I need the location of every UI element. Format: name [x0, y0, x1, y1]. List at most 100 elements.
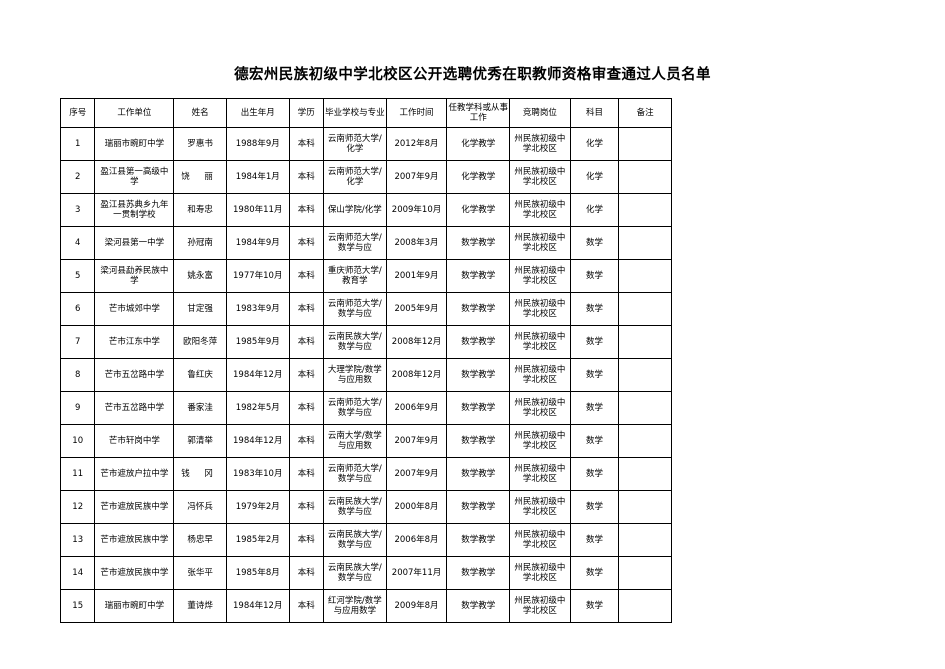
- cell-subject: 数学教学: [446, 358, 511, 392]
- cell-school: 大理学院/数学与应用数: [322, 358, 387, 392]
- cell-name: 郭清举: [173, 424, 227, 458]
- cell-subject: 数学教学: [446, 391, 511, 425]
- cell-unit: 盈江县第一高级中学: [94, 160, 175, 194]
- cell-post: 州民族初级中学北校区: [509, 556, 571, 590]
- column-header-course: 科目: [569, 98, 620, 128]
- cell-index: 6: [59, 292, 96, 326]
- cell-birth: 1982年5月: [225, 391, 290, 425]
- cell-index: 10: [59, 424, 96, 458]
- table-row: 1 瑞丽市畹町中学 罗惠书 1988年9月 本科 云南师范大学/化学 2012年8月 化学教学…: [59, 127, 672, 161]
- cell-unit: 梁河县第一中学: [94, 226, 175, 260]
- cell-index: 8: [59, 358, 96, 392]
- cell-birth: 1985年2月: [225, 523, 290, 557]
- cell-subject: 数学教学: [446, 523, 511, 557]
- cell-subject: 数学教学: [446, 589, 511, 623]
- column-header-worktime: 工作时间: [385, 98, 448, 128]
- cell-birth: 1984年9月: [225, 226, 290, 260]
- cell-post: 州民族初级中学北校区: [509, 292, 571, 326]
- cell-name: 和寿忠: [173, 193, 227, 227]
- cell-unit: 芒市五岔路中学: [94, 358, 175, 392]
- cell-school: 保山学院/化学: [322, 193, 387, 227]
- cell-subject: 化学教学: [446, 160, 511, 194]
- cell-birth: 1980年11月: [225, 193, 290, 227]
- cell-name: 钱 冈: [173, 457, 227, 491]
- cell-remark: [618, 457, 672, 491]
- table-body: 1 瑞丽市畹町中学 罗惠书 1988年9月 本科 云南师范大学/化学 2012年8月 化学教学…: [59, 127, 672, 623]
- cell-index: 14: [59, 556, 96, 590]
- cell-remark: [618, 127, 672, 161]
- cell-post: 州民族初级中学北校区: [509, 226, 571, 260]
- cell-birth: 1984年1月: [225, 160, 290, 194]
- cell-birth: 1988年9月: [225, 127, 290, 161]
- cell-birth: 1984年12月: [225, 589, 290, 623]
- table-row: 15 瑞丽市畹町中学 董诗烨 1984年12月 本科 红河学院/数学与应用数学 2009年8…: [59, 589, 672, 623]
- cell-post: 州民族初级中学北校区: [509, 391, 571, 425]
- cell-unit: 芒市五岔路中学: [94, 391, 175, 425]
- column-header-education: 学历: [288, 98, 324, 128]
- cell-unit: 瑞丽市畹町中学: [94, 127, 175, 161]
- table-row: 5 梁河县勐养民族中学 姚永富 1977年10月 本科 重庆师范大学/教育学 2001年9月…: [59, 259, 672, 293]
- cell-name: 冯怀兵: [173, 490, 227, 524]
- table-row: 12 芒市遮放民族中学 冯怀兵 1979年2月 本科 云南民族大学/数学与应 2000年8月…: [59, 490, 672, 524]
- cell-name: 杨忠早: [173, 523, 227, 557]
- table-row: 7 芒市江东中学 欧阳冬萍 1985年9月 本科 云南民族大学/数学与应 2008年12月数…: [59, 325, 672, 359]
- cell-post: 州民族初级中学北校区: [509, 358, 571, 392]
- cell-index: 7: [59, 325, 96, 359]
- table-row: 14 芒市遮放民族中学 张华平 1985年8月 本科 云南民族大学/数学与应 2007年11…: [59, 556, 672, 590]
- cell-remark: [618, 160, 672, 194]
- cell-school: 云南民族大学/数学与应: [322, 556, 387, 590]
- cell-remark: [618, 358, 672, 392]
- cell-index: 1: [59, 127, 96, 161]
- cell-birth: 1983年9月: [225, 292, 290, 326]
- cell-worktime: 2007年9月: [385, 457, 448, 491]
- cell-worktime: 2007年11月: [385, 556, 448, 590]
- cell-remark: [618, 490, 672, 524]
- page-title: 德宏州民族初级中学北校区公开选聘优秀在职教师资格审查通过人员名单: [234, 67, 711, 83]
- cell-subject: 数学教学: [446, 292, 511, 326]
- cell-unit: 芒市城郊中学: [94, 292, 175, 326]
- cell-school: 云南师范大学/数学与应: [322, 391, 387, 425]
- cell-education: 本科: [288, 523, 324, 557]
- cell-unit: 盈江县苏典乡九年一贯制学校: [94, 193, 175, 227]
- cell-name: 董诗烨: [173, 589, 227, 623]
- cell-name: 姚永富: [173, 259, 227, 293]
- cell-birth: 1983年10月: [225, 457, 290, 491]
- cell-subject: 化学教学: [446, 127, 511, 161]
- cell-subject: 数学教学: [446, 325, 511, 359]
- cell-worktime: 2000年8月: [385, 490, 448, 524]
- cell-school: 云南民族大学/数学与应: [322, 325, 387, 359]
- cell-course: 数学: [569, 556, 620, 590]
- cell-worktime: 2001年9月: [385, 259, 448, 293]
- cell-remark: [618, 424, 672, 458]
- cell-unit: 芒市遮放民族中学: [94, 490, 175, 524]
- cell-course: 数学: [569, 226, 620, 260]
- table-row: 6 芒市城郊中学 甘定强 1983年9月 本科 云南师范大学/数学与应 2005年9月 数学教…: [59, 292, 672, 326]
- column-header-birth: 出生年月: [225, 98, 290, 128]
- cell-education: 本科: [288, 556, 324, 590]
- cell-index: 9: [59, 391, 96, 425]
- cell-course: 数学: [569, 259, 620, 293]
- cell-course: 数学: [569, 391, 620, 425]
- cell-index: 3: [59, 193, 96, 227]
- cell-remark: [618, 589, 672, 623]
- cell-worktime: 2005年9月: [385, 292, 448, 326]
- cell-worktime: 2007年9月: [385, 160, 448, 194]
- cell-remark: [618, 226, 672, 260]
- cell-post: 州民族初级中学北校区: [509, 490, 571, 524]
- cell-school: 云南民族大学/数学与应: [322, 523, 387, 557]
- cell-birth: 1984年12月: [225, 358, 290, 392]
- cell-subject: 数学教学: [446, 424, 511, 458]
- cell-remark: [618, 292, 672, 326]
- column-header-post: 竞聘岗位: [509, 98, 571, 128]
- cell-education: 本科: [288, 259, 324, 293]
- cell-school: 云南民族大学/数学与应: [322, 490, 387, 524]
- column-header-name: 姓名: [173, 98, 227, 128]
- cell-course: 数学: [569, 424, 620, 458]
- cell-name: 欧阳冬萍: [173, 325, 227, 359]
- column-header-school: 毕业学校与专业: [322, 98, 387, 128]
- cell-course: 数学: [569, 589, 620, 623]
- cell-education: 本科: [288, 325, 324, 359]
- cell-education: 本科: [288, 292, 324, 326]
- cell-subject: 数学教学: [446, 226, 511, 260]
- column-header-subject: 任教学科或从事工作: [446, 98, 511, 128]
